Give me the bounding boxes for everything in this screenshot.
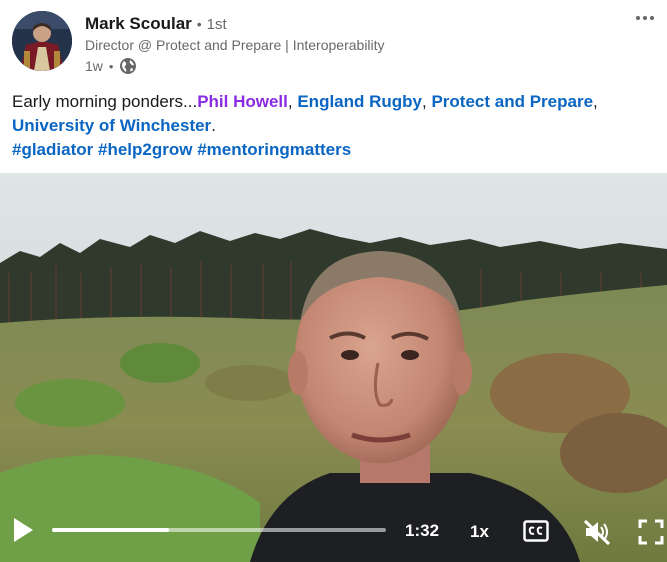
captions-icon[interactable]	[523, 520, 549, 542]
mention-link[interactable]: University of Winchester	[12, 116, 211, 135]
more-icon-dot	[643, 16, 647, 20]
author-name[interactable]: Mark Scoular	[85, 14, 192, 34]
post-time: 1w	[85, 58, 103, 74]
video-progress-bar[interactable]	[52, 528, 386, 532]
post-intro: Early morning ponders...	[12, 92, 198, 111]
more-icon-dot	[636, 16, 640, 20]
globe-icon	[120, 58, 137, 74]
fullscreen-icon[interactable]	[638, 519, 664, 545]
more-icon-dot	[650, 16, 654, 20]
post-meta: 1w •	[85, 56, 137, 76]
mention-link[interactable]: Phil Howell	[197, 92, 288, 111]
author-row: Mark Scoular • 1st	[85, 13, 227, 35]
video-controls	[0, 504, 667, 562]
mention-link[interactable]: England Rugby	[297, 92, 422, 111]
muted-icon[interactable]	[583, 518, 611, 546]
hashtag-link[interactable]: #gladiator	[12, 140, 93, 159]
sentence-end: .	[211, 116, 216, 135]
play-icon[interactable]	[12, 517, 34, 543]
video-progress-fill	[52, 528, 169, 532]
playback-speed-button[interactable]: 1x	[470, 522, 489, 542]
avatar[interactable]	[12, 11, 72, 71]
separator: ,	[287, 92, 298, 111]
hashtag-link[interactable]: #help2grow	[98, 140, 192, 159]
post-header: Mark Scoular • 1st Director @ Protect an…	[0, 0, 667, 84]
more-options-button[interactable]	[629, 6, 661, 30]
video-timecode: 1:32	[405, 521, 440, 540]
separator: ,	[593, 92, 598, 111]
author-headline: Director @ Protect and Prepare | Interop…	[85, 37, 385, 53]
hashtag-link[interactable]: #mentoringmatters	[197, 140, 351, 159]
separator-dot: •	[196, 16, 202, 32]
video-player[interactable]: 1:32 1x	[0, 173, 667, 562]
separator-dot: •	[108, 58, 114, 74]
mention-link[interactable]: Protect and Prepare	[431, 92, 593, 111]
connection-degree: 1st	[206, 15, 227, 33]
post-text: Early morning ponders...Phil Howell, Eng…	[12, 90, 652, 162]
